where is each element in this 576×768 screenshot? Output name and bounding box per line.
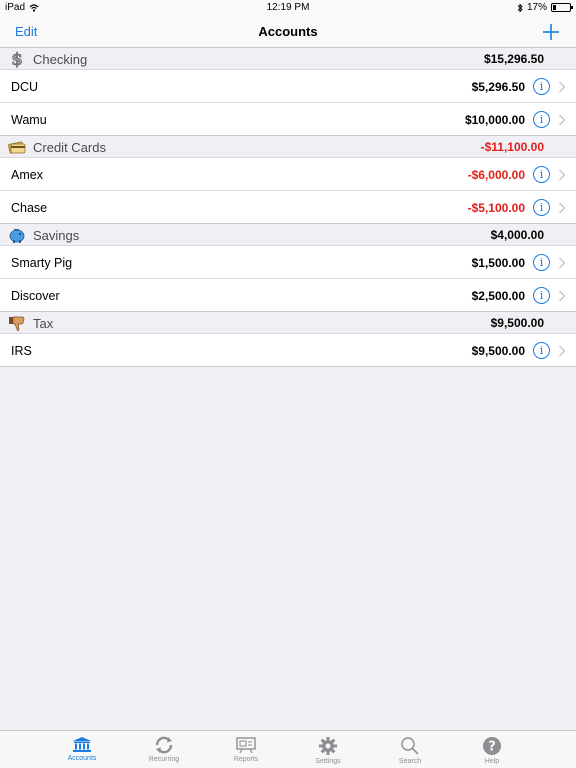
account-name: Amex <box>11 168 43 182</box>
account-amount: $2,500.00 <box>471 289 525 303</box>
section-rows: Smarty Pig $1,500.00 i Discover $2,500.00 i <box>0 246 576 312</box>
account-row[interactable]: Discover $2,500.00 i <box>0 279 576 312</box>
tab-label: Recurring <box>148 756 180 763</box>
section-name: Savings <box>33 228 80 243</box>
account-amount: $10,000.00 <box>464 113 525 127</box>
recurring-arrows-icon <box>123 736 205 754</box>
account-amount: -$5,100.00 <box>467 201 525 215</box>
info-icon[interactable]: i <box>533 78 550 95</box>
info-icon[interactable]: i <box>533 199 550 216</box>
section-header: Savings $4,000.00 <box>0 224 576 246</box>
status-bar: iPad 12:19 PM 17% <box>0 0 576 16</box>
tab-reports[interactable]: Reports <box>205 731 287 768</box>
tab-settings[interactable]: Settings <box>287 731 369 768</box>
tab-label: Help <box>484 758 500 765</box>
section-rows: IRS $9,500.00 i <box>0 334 576 367</box>
chevron-right-icon <box>558 344 566 357</box>
account-name: Wamu <box>11 113 47 127</box>
section-rows: DCU $5,296.50 i Wamu $10,000.00 i <box>0 70 576 136</box>
account-row[interactable]: Wamu $10,000.00 i <box>0 103 576 136</box>
tab-accounts[interactable]: Accounts <box>41 731 123 768</box>
tab-label: Accounts <box>67 755 97 762</box>
section-total: -$11,100.00 <box>480 140 544 154</box>
tab-help[interactable]: ? Help <box>451 731 533 768</box>
account-amount: $9,500.00 <box>471 344 525 358</box>
section-name: Credit Cards <box>33 140 106 155</box>
section-name: Checking <box>33 52 88 67</box>
info-icon[interactable]: i <box>533 254 550 271</box>
account-row[interactable]: Chase -$5,100.00 i <box>0 191 576 224</box>
page-title: Accounts <box>258 24 318 39</box>
dollar-sign-icon: $ <box>8 50 26 71</box>
account-name: Discover <box>11 289 60 303</box>
accounts-list: $ Checking $15,296.50 DCU $5,296.50 i Wamu $10,… <box>0 48 576 367</box>
tab-search[interactable]: Search <box>369 731 451 768</box>
reports-board-icon <box>205 736 287 754</box>
account-row[interactable]: Amex -$6,000.00 i <box>0 158 576 191</box>
account-name: IRS <box>11 344 32 358</box>
info-icon[interactable]: i <box>533 166 550 183</box>
battery-percent: 17% <box>526 2 547 13</box>
section-total: $9,500.00 <box>490 316 544 330</box>
gear-icon <box>287 736 369 756</box>
info-icon[interactable]: i <box>533 287 550 304</box>
navigation-bar: Edit Accounts <box>0 16 576 48</box>
thumbs-down-icon <box>8 314 26 332</box>
svg-text:$: $ <box>11 50 23 68</box>
chevron-right-icon <box>558 256 566 269</box>
tab-bar: Accounts Recurring Reports Settings Search? H… <box>0 730 576 768</box>
status-time: 12:19 PM <box>266 2 310 13</box>
chevron-right-icon <box>558 201 566 214</box>
bank-icon <box>41 736 123 753</box>
account-amount: $1,500.00 <box>471 256 525 270</box>
info-icon[interactable]: i <box>533 342 550 359</box>
account-name: DCU <box>11 80 39 94</box>
account-row[interactable]: Smarty Pig $1,500.00 i <box>0 246 576 279</box>
plus-icon[interactable] <box>540 18 562 44</box>
account-amount: $5,296.50 <box>471 80 525 94</box>
chevron-right-icon <box>558 289 566 302</box>
info-icon[interactable]: i <box>533 111 550 128</box>
svg-text:?: ? <box>488 740 496 755</box>
battery-icon <box>551 3 573 12</box>
tab-recurring[interactable]: Recurring <box>123 731 205 768</box>
section-total: $4,000.00 <box>490 228 544 242</box>
chevron-right-icon <box>558 80 566 93</box>
chevron-right-icon <box>558 168 566 181</box>
help-icon: ? <box>451 736 533 756</box>
account-name: Chase <box>11 201 48 215</box>
section-header: Tax $9,500.00 <box>0 312 576 334</box>
section-rows: Amex -$6,000.00 i Chase -$5,100.00 i <box>0 158 576 224</box>
account-amount: -$6,000.00 <box>467 168 525 182</box>
account-name: Smarty Pig <box>11 256 73 270</box>
section-header: Credit Cards -$11,100.00 <box>0 136 576 158</box>
tab-label: Search <box>398 758 422 765</box>
search-icon <box>369 736 451 756</box>
section-name: Tax <box>33 316 54 331</box>
tab-label: Settings <box>315 758 341 765</box>
section-total: $15,296.50 <box>483 52 544 66</box>
tab-label: Reports <box>233 756 259 763</box>
chevron-right-icon <box>558 113 566 126</box>
credit-cards-icon <box>8 138 26 156</box>
account-row[interactable]: IRS $9,500.00 i <box>0 334 576 367</box>
piggy-bank-icon <box>8 226 26 244</box>
bluetooth-icon <box>517 2 523 13</box>
account-row[interactable]: DCU $5,296.50 i <box>0 70 576 103</box>
section-header: $ Checking $15,296.50 <box>0 48 576 70</box>
